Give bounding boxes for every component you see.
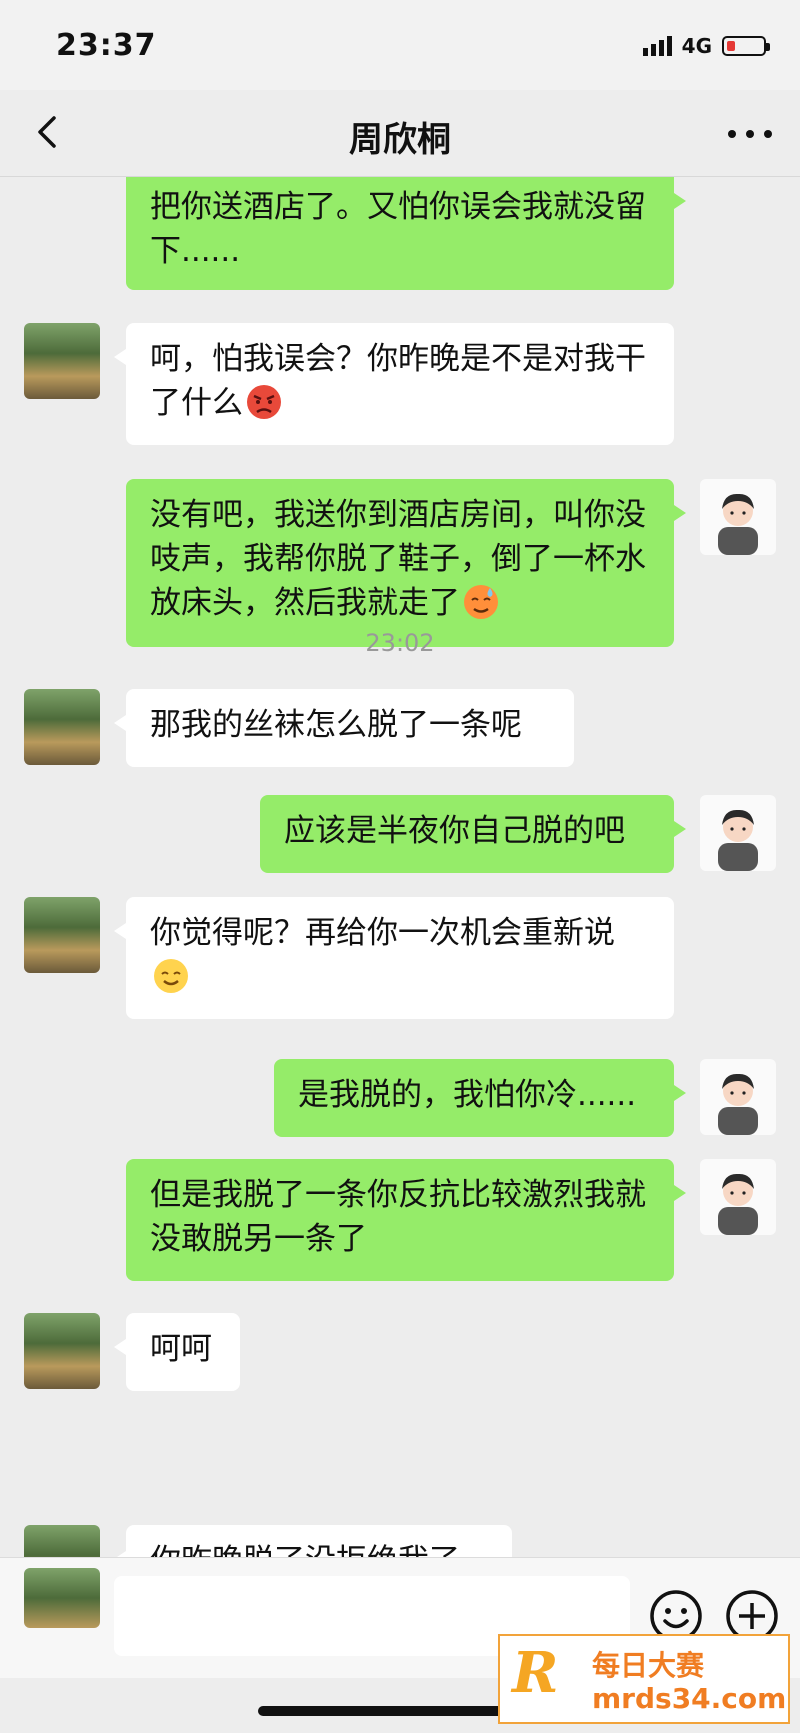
- contact-avatar[interactable]: [24, 1525, 100, 1557]
- contact-avatar[interactable]: [24, 689, 100, 765]
- message-text: 呵呵: [150, 1331, 212, 1367]
- message-bubble-in[interactable]: 呵呵: [114, 1313, 240, 1391]
- sweat-emoji-icon: [464, 585, 498, 619]
- message-text: 是我脱的，我怕你冷......: [298, 1077, 637, 1113]
- angry-emoji-icon: [247, 385, 281, 419]
- message-text: 你觉得呢？再给你一次机会重新说: [150, 915, 615, 951]
- message-bubble-in[interactable]: 你觉得呢？再给你一次机会重新说: [114, 897, 674, 1019]
- status-time: 23:37: [56, 28, 157, 63]
- contact-avatar[interactable]: [24, 1313, 100, 1389]
- chat-area[interactable]: 把你送酒店了。又怕你误会我就没留下...... 呵，怕我误会？你昨晚是不是对我干…: [0, 177, 800, 1557]
- smile-emoji-icon: [154, 959, 188, 993]
- message-bubble-out[interactable]: 但是我脱了一条你反抗比较激烈我就没敢脱另一条了: [126, 1159, 686, 1281]
- watermark-url: mrds34.com: [592, 1682, 787, 1715]
- message-bubble-out[interactable]: 没有吧，我送你到酒店房间，叫你没吱声，我帮你脱了鞋子，倒了一杯水放床头，然后我就…: [126, 479, 686, 647]
- more-icon[interactable]: [728, 114, 772, 154]
- message-bubble-out[interactable]: 应该是半夜你自己脱的吧: [260, 795, 686, 873]
- message-bubble-in[interactable]: 你昨晚脱了没拒绝我了: [114, 1525, 512, 1557]
- message-bubble-in[interactable]: 呵，怕我误会？你昨晚是不是对我干了什么: [114, 323, 674, 445]
- my-avatar[interactable]: [700, 795, 776, 871]
- watermark: R 每日大赛 mrds34.com: [498, 1634, 790, 1724]
- contact-avatar: [24, 1568, 100, 1628]
- contact-name: 周欣桐: [349, 120, 451, 160]
- message-timestamp: 23:02: [365, 629, 435, 657]
- message-bubble-out[interactable]: 是我脱的，我怕你冷......: [274, 1059, 686, 1137]
- message-text: 那我的丝袜怎么脱了一条呢: [150, 707, 522, 743]
- chat-header: 周欣桐: [0, 90, 800, 177]
- message-bubble-out[interactable]: 把你送酒店了。又怕你误会我就没留下......: [126, 177, 686, 290]
- my-avatar[interactable]: [700, 1059, 776, 1135]
- network-label: 4G: [681, 34, 712, 58]
- watermark-logo: R: [512, 1640, 559, 1706]
- contact-avatar[interactable]: [24, 323, 100, 399]
- message-text: 你昨晚脱了没拒绝我了: [150, 1543, 460, 1557]
- boy-avatar-icon: [718, 493, 758, 555]
- boy-avatar-icon: [718, 1073, 758, 1135]
- status-bar: 23:37 4G: [0, 0, 800, 90]
- signal-icon: [642, 36, 672, 56]
- message-bubble-in[interactable]: 那我的丝袜怎么脱了一条呢: [114, 689, 574, 767]
- status-indicators: 4G: [642, 34, 770, 58]
- my-avatar[interactable]: [700, 479, 776, 555]
- message-text: 但是我脱了一条你反抗比较激烈我就没敢脱另一条了: [150, 1177, 646, 1257]
- contact-avatar[interactable]: [24, 897, 100, 973]
- boy-avatar-icon: [718, 809, 758, 871]
- message-text: 没有吧，我送你到酒店房间，叫你没吱声，我帮你脱了鞋子，倒了一杯水放床头，然后我就…: [150, 497, 646, 621]
- boy-avatar-icon: [718, 1173, 758, 1235]
- battery-icon: [722, 36, 770, 56]
- message-text: 应该是半夜你自己脱的吧: [284, 813, 625, 849]
- watermark-name: 每日大赛: [592, 1649, 705, 1682]
- message-text: 把你送酒店了。又怕你误会我就没留下......: [150, 189, 646, 269]
- my-avatar[interactable]: [700, 1159, 776, 1235]
- message-text: 呵，怕我误会？你昨晚是不是对我干了什么: [150, 341, 646, 421]
